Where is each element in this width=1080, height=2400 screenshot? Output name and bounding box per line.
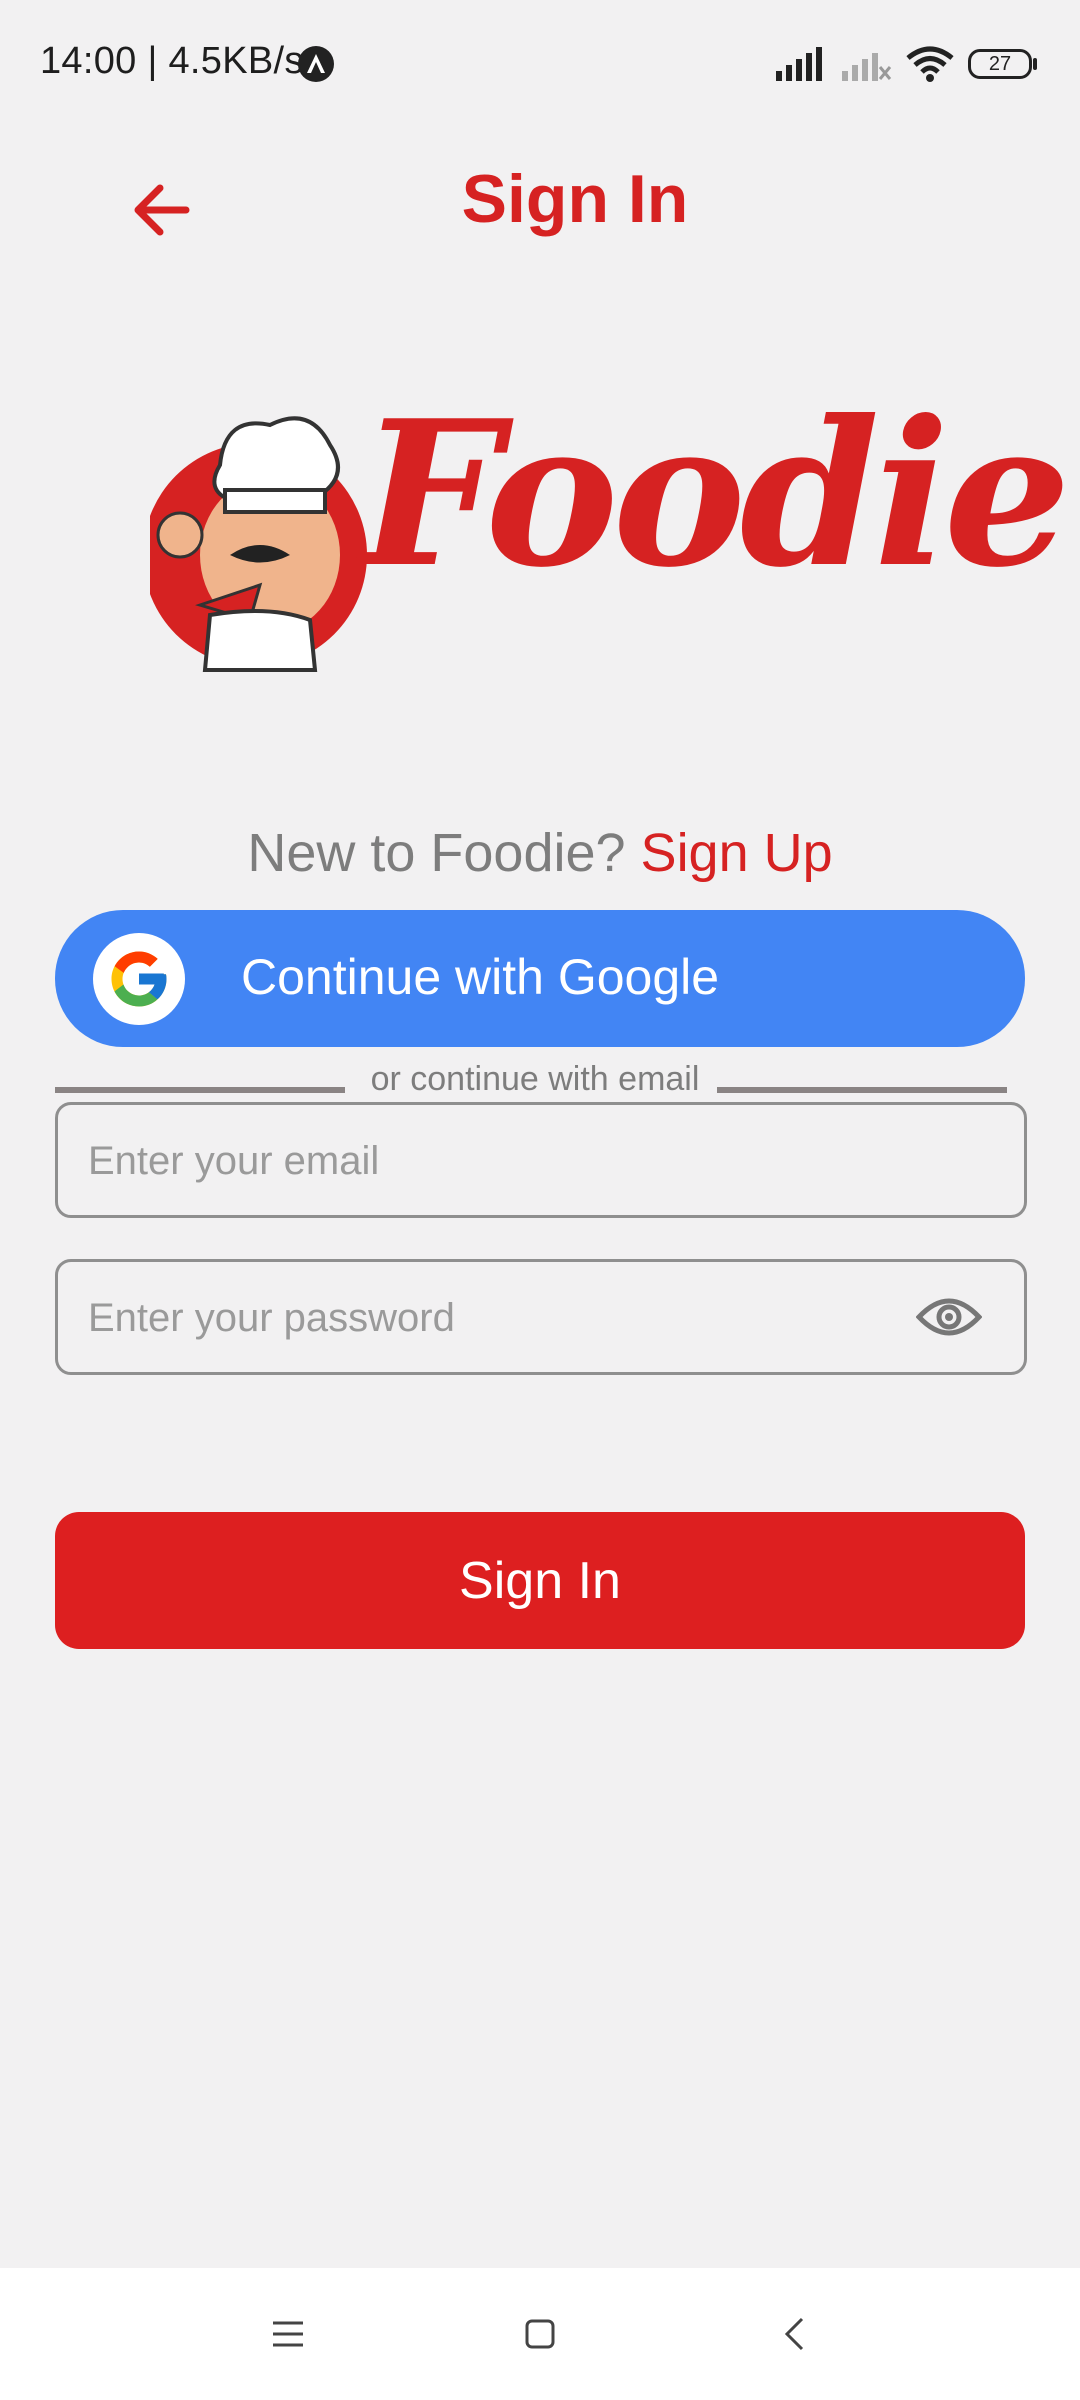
password-field[interactable] — [55, 1259, 1027, 1375]
divider-right — [717, 1087, 1007, 1093]
signup-prompt: New to Foodie? Sign Up — [0, 822, 1080, 884]
signal-icon — [776, 47, 822, 81]
password-input[interactable] — [86, 1262, 910, 1374]
status-time: 14:00 | 4.5KB/s — [40, 40, 304, 82]
signup-prompt-text: New to Foodie? — [247, 823, 641, 883]
divider-text: or continue with email — [370, 1060, 700, 1098]
google-button-label: Continue with Google — [241, 949, 720, 1005]
brand-wordmark: Foodie — [360, 377, 1071, 612]
signup-link[interactable]: Sign Up — [641, 823, 833, 883]
home-button[interactable] — [510, 2308, 570, 2360]
status-icons: 27 — [774, 44, 1037, 84]
system-back-button[interactable] — [764, 2308, 824, 2360]
battery-icon: 27 — [968, 49, 1037, 79]
foodie-logo: Foodie — [150, 395, 1071, 675]
back-chevron-icon — [784, 2317, 804, 2351]
sign-in-button[interactable]: Sign In — [55, 1512, 1025, 1649]
google-g-icon — [111, 951, 167, 1007]
wifi-icon — [906, 46, 954, 82]
google-signin-button[interactable]: Continue with Google — [55, 910, 1025, 1047]
google-icon-circle — [93, 933, 185, 1025]
menu-icon — [273, 2321, 303, 2347]
email-input[interactable] — [86, 1105, 910, 1217]
recent-apps-button[interactable] — [258, 2308, 318, 2360]
signal-off-icon — [842, 53, 892, 81]
battery-level: 27 — [988, 52, 1012, 75]
home-square-icon — [525, 2319, 555, 2349]
page-title: Sign In — [461, 161, 689, 237]
notification-icon — [298, 46, 334, 82]
chef-mascot-icon — [150, 416, 367, 672]
system-nav-bar — [0, 2268, 1080, 2400]
email-field[interactable] — [55, 1102, 1027, 1218]
toggle-password-visibility[interactable] — [914, 1284, 984, 1350]
eye-icon — [916, 1298, 982, 1336]
